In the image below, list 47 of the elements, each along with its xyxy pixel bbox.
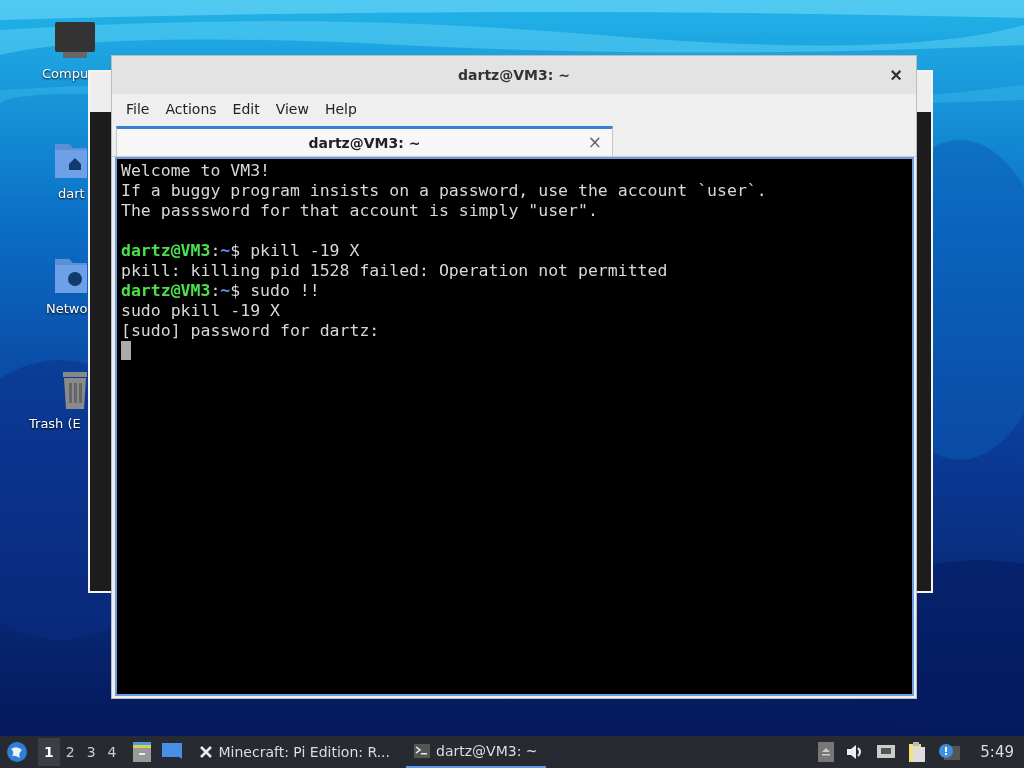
tab-label[interactable]: dartz@VM3: ~ bbox=[308, 134, 421, 151]
prompt-path: ~ bbox=[220, 241, 231, 260]
prompt-separator: : bbox=[210, 241, 221, 260]
workspace-button[interactable]: 3 bbox=[80, 738, 102, 766]
workspace-button[interactable]: 2 bbox=[59, 738, 81, 766]
notification-icon[interactable] bbox=[938, 743, 961, 761]
clipboard-icon[interactable] bbox=[908, 741, 927, 763]
tab-close-button[interactable]: × bbox=[587, 132, 602, 152]
terminal-command: $ sudo !! bbox=[230, 281, 320, 300]
menu-item[interactable]: Actions bbox=[157, 97, 225, 121]
close-button[interactable]: × bbox=[886, 65, 906, 85]
terminal-icon bbox=[414, 744, 430, 758]
prompt-path: ~ bbox=[220, 281, 231, 300]
x-icon bbox=[198, 745, 213, 759]
taskbar-task[interactable]: Minecraft: Pi Edition: R... bbox=[190, 736, 398, 768]
terminal-tab[interactable]: dartz@VM3: ~ × bbox=[116, 126, 613, 156]
menu-item[interactable]: Edit bbox=[224, 97, 268, 121]
menu-item[interactable]: View bbox=[267, 97, 317, 121]
terminal-output-line: sudo pkill -19 X bbox=[121, 301, 280, 320]
taskbar-task[interactable]: dartz@VM3: ~ bbox=[406, 736, 546, 768]
prompt-user: dartz@VM3 bbox=[121, 241, 211, 260]
monitor-icon[interactable] bbox=[53, 20, 97, 60]
terminal-output-line: [sudo] password for dartz: bbox=[121, 321, 380, 340]
eject-icon[interactable] bbox=[818, 742, 835, 762]
terminal-output-line: pkill: killing pid 1528 failed: Operation not permitted bbox=[121, 261, 668, 280]
blank-window-icon[interactable] bbox=[160, 742, 183, 762]
start-menu-icon[interactable] bbox=[6, 741, 28, 763]
desktop-icon-label[interactable]: dart bbox=[58, 186, 85, 201]
file-cabinet-icon[interactable] bbox=[130, 741, 153, 763]
prompt-separator: : bbox=[210, 281, 221, 300]
window-title: dartz@VM3: ~ bbox=[458, 67, 570, 83]
menu-item[interactable]: Help bbox=[316, 97, 365, 121]
clock[interactable]: 5:49 bbox=[980, 743, 1014, 761]
desktop-icon-label[interactable]: Trash (E bbox=[29, 416, 81, 431]
workspace-button[interactable]: 1 bbox=[38, 738, 60, 766]
terminal-command: $ pkill -19 X bbox=[230, 241, 360, 260]
desktop-icon-label[interactable]: Netwo bbox=[46, 301, 88, 316]
network-icon[interactable] bbox=[876, 744, 897, 760]
terminal-output-line: The passsword for that account is simply "user". bbox=[121, 201, 598, 220]
task-label[interactable]: Minecraft: Pi Edition: R... bbox=[218, 744, 390, 760]
workspace-button[interactable]: 4 bbox=[101, 738, 123, 766]
terminal-output-line: If a buggy program insists on a password, use the account `user`. bbox=[121, 181, 767, 200]
terminal-output-line: Welcome to VM3! bbox=[121, 161, 270, 180]
text-cursor bbox=[121, 341, 131, 360]
task-label[interactable]: dartz@VM3: ~ bbox=[436, 743, 538, 759]
prompt-user: dartz@VM3 bbox=[121, 281, 211, 300]
menu-item[interactable]: File bbox=[118, 97, 158, 121]
